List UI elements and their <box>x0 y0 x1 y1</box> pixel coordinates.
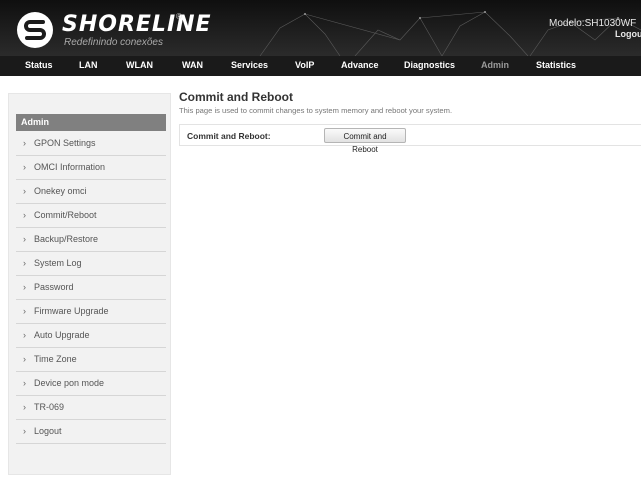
chevron-right-icon: › <box>23 378 26 388</box>
header-logout-link[interactable]: Logout <box>615 29 641 39</box>
chevron-right-icon: › <box>23 402 26 412</box>
nav-wlan[interactable]: WLAN <box>126 60 153 70</box>
sidebar-item-label: Auto Upgrade <box>34 330 90 340</box>
sidebar-item-label: Logout <box>34 426 62 436</box>
brand-tagline: Redefinindo conexões <box>64 37 163 48</box>
nav-statistics[interactable]: Statistics <box>536 60 576 70</box>
nav-admin[interactable]: Admin <box>481 60 509 70</box>
sidebar-item-label: System Log <box>34 258 82 268</box>
chevron-right-icon: › <box>23 330 26 340</box>
sidebar-item-label: Firmware Upgrade <box>34 306 109 316</box>
sidebar-item-time-zone[interactable]: › Time Zone <box>16 348 166 372</box>
sidebar-item-label: Backup/Restore <box>34 234 99 244</box>
header: SHORELINE ® Redefinindo conexões Modelo:… <box>0 0 641 76</box>
chevron-right-icon: › <box>23 186 26 196</box>
nav-diagnostics[interactable]: Diagnostics <box>404 60 455 70</box>
nav-status[interactable]: Status <box>25 60 53 70</box>
sidebar-item-tr-069[interactable]: › TR-069 <box>16 396 166 420</box>
sidebar-item-omci-information[interactable]: › OMCI Information <box>16 156 166 180</box>
sidebar-item-label: Password <box>34 282 74 292</box>
nav-advance[interactable]: Advance <box>341 60 379 70</box>
chevron-right-icon: › <box>23 234 26 244</box>
nav-services[interactable]: Services <box>231 60 268 70</box>
sidebar-item-label: TR-069 <box>34 402 65 412</box>
chevron-right-icon: › <box>23 210 26 220</box>
sidebar-item-password[interactable]: › Password <box>16 276 166 300</box>
sidebar-title: Admin <box>16 114 166 131</box>
sidebar-item-logout[interactable]: › Logout <box>16 420 166 444</box>
chevron-right-icon: › <box>23 282 26 292</box>
chevron-right-icon: › <box>23 426 26 436</box>
page-title: Commit and Reboot <box>179 90 293 104</box>
sidebar-item-firmware-upgrade[interactable]: › Firmware Upgrade <box>16 300 166 324</box>
sidebar-item-label: OMCI Information <box>34 162 106 172</box>
chevron-right-icon: › <box>23 258 26 268</box>
chevron-right-icon: › <box>23 306 26 316</box>
nav-voip[interactable]: VoIP <box>295 60 314 70</box>
sidebar-item-backup-restore[interactable]: › Backup/Restore <box>16 228 166 252</box>
chevron-right-icon: › <box>23 162 26 172</box>
sidebar-item-onekey-omci[interactable]: › Onekey omci <box>16 180 166 204</box>
registered-mark: ® <box>176 12 182 21</box>
page-description: This page is used to commit changes to s… <box>179 106 453 115</box>
sidebar-item-label: Time Zone <box>34 354 77 364</box>
commit-and-reboot-button[interactable]: Commit and Reboot <box>324 128 406 154</box>
brand-name: SHORELINE <box>62 12 212 37</box>
shoreline-logo-icon <box>17 12 53 48</box>
nav-lan[interactable]: LAN <box>79 60 98 70</box>
chevron-right-icon: › <box>23 138 26 148</box>
commit-reboot-label: Commit and Reboot: <box>187 131 271 141</box>
sidebar-item-system-log[interactable]: › System Log <box>16 252 166 276</box>
device-model: Modelo:SH1030WF <box>549 18 637 29</box>
main-nav: Status LAN WLAN WAN Services VoIP Advanc… <box>0 56 641 76</box>
commit-reboot-row: Commit and Reboot: Commit and Reboot <box>179 124 641 154</box>
sidebar-item-gpon-settings[interactable]: › GPON Settings <box>16 132 166 156</box>
sidebar-item-label: Onekey omci <box>34 186 87 196</box>
banner: SHORELINE ® Redefinindo conexões Modelo:… <box>0 0 641 56</box>
sidebar: Admin › GPON Settings › OMCI Information… <box>8 93 171 475</box>
sidebar-item-label: Device pon mode <box>34 378 105 388</box>
sidebar-item-label: GPON Settings <box>34 138 96 148</box>
sidebar-item-device-pon-mode[interactable]: › Device pon mode <box>16 372 166 396</box>
nav-wan[interactable]: WAN <box>182 60 203 70</box>
chevron-right-icon: › <box>23 354 26 364</box>
sidebar-item-commit-reboot[interactable]: › Commit/Reboot <box>16 204 166 228</box>
sidebar-item-auto-upgrade[interactable]: › Auto Upgrade <box>16 324 166 348</box>
sidebar-item-label: Commit/Reboot <box>34 210 97 220</box>
